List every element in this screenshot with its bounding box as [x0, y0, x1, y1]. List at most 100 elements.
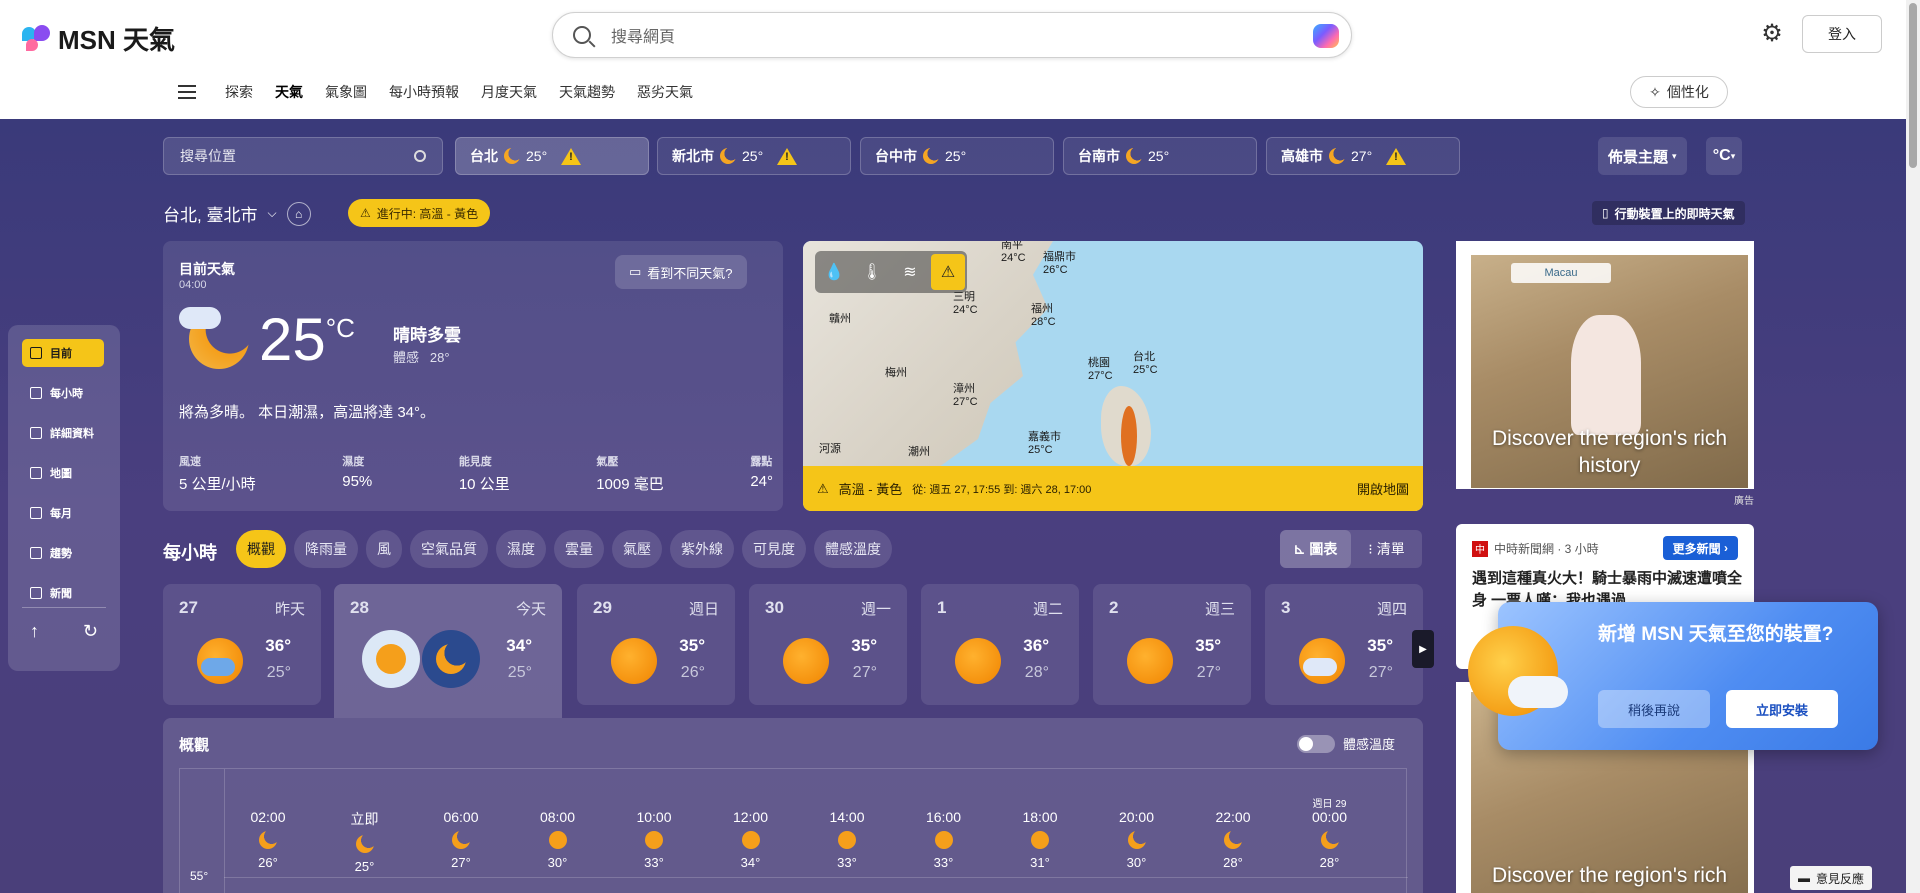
map-alert-bar[interactable]: ⚠ 高溫 - 黃色 從: 週五 27, 17:55 到: 週六 28, 17:0… [803, 466, 1423, 511]
feels-like-toggle[interactable]: 體感溫度 [1296, 734, 1395, 753]
sidenav-item-2[interactable]: 詳細資料 [22, 419, 104, 447]
list-view-button[interactable]: ⁝ 清單 [1351, 530, 1422, 568]
refresh-icon[interactable]: ↻ [83, 621, 98, 642]
map-label-7[interactable]: 桃園 27°C [1088, 357, 1113, 383]
weather-map[interactable]: 南平 24°C 福鼎市 26°C 三明 24°C 福州 28°C 贛州梅州漳州 27°C 桃園 27°… [803, 241, 1423, 511]
day-high: 36° [265, 636, 291, 655]
arrow-up-icon[interactable]: ↑ [30, 621, 39, 642]
hour-day [431, 795, 491, 809]
map-label-10[interactable]: 河源 [819, 443, 841, 456]
partly-cloudy-night-icon [179, 301, 251, 373]
temperature-layer-icon[interactable]: 🌡 [853, 251, 891, 293]
nav-item-0[interactable]: 探索 [214, 82, 264, 102]
city-tab-0[interactable]: 台北 25° [455, 137, 649, 175]
city-tab-1[interactable]: 新北市 25° [657, 137, 851, 175]
alert-layer-icon[interactable]: ⚠ [931, 254, 965, 290]
city-tab-2[interactable]: 台中市 25° [860, 137, 1054, 175]
nav-item-6[interactable]: 惡劣天氣 [626, 82, 704, 102]
hourly-tab-6[interactable]: 氣壓 [612, 530, 662, 568]
home-icon[interactable]: ⌂ [286, 201, 311, 226]
hourly-tab-0[interactable]: 概觀 [236, 530, 286, 568]
map-label-5[interactable]: 梅州 [885, 367, 907, 380]
hourly-tab-4[interactable]: 濕度 [496, 530, 546, 568]
install-button[interactable]: 立即安裝 [1726, 690, 1838, 728]
day-date: 1 [937, 598, 947, 617]
map-label-4[interactable]: 贛州 [829, 313, 851, 326]
scrollbar-thumb[interactable] [1909, 3, 1917, 168]
web-search-bar[interactable]: 搜尋網頁 [552, 12, 1352, 58]
nav-item-2[interactable]: 氣象圖 [314, 82, 378, 102]
map-label-0[interactable]: 南平 24°C [1001, 241, 1026, 265]
map-label-9[interactable]: 嘉義市 25°C [1028, 431, 1061, 457]
hourly-tab-1[interactable]: 降雨量 [294, 530, 358, 568]
sidenav-item-1[interactable]: 每小時 [22, 379, 104, 407]
sidenav-item-5[interactable]: 趨勢 [22, 539, 104, 567]
msn-logo[interactable]: MSN 天氣 [22, 20, 175, 57]
next-days-arrow-icon[interactable]: ▶ [1412, 630, 1434, 668]
day-card-4[interactable]: 1 週二 36° 28° [921, 584, 1079, 705]
map-label-3[interactable]: 福州 28°C [1031, 303, 1056, 329]
unit-dropdown[interactable]: °C ▾ [1706, 137, 1742, 175]
more-news-button[interactable]: 更多新聞 › [1662, 536, 1738, 560]
overview-chart: 55° 02:00 26° 立即 25° 06:00 27° 08:00 30° 10:00 33… [179, 768, 1408, 893]
later-button[interactable]: 稍後再說 [1598, 690, 1710, 728]
day-card-6[interactable]: 3 週四 35° 27° [1265, 584, 1423, 705]
ad-banner[interactable]: Macau Discover the region's rich history [1456, 241, 1754, 489]
sidenav-item-0[interactable]: 目前 [22, 339, 104, 367]
current-location[interactable]: 台北, 臺北市 ⌵ ⌂ [163, 201, 311, 226]
precipitation-layer-icon[interactable]: 💧 [815, 251, 853, 293]
chart-view-button[interactable]: ⊾ 圖表 [1280, 530, 1351, 568]
copilot-icon[interactable] [1313, 24, 1339, 48]
personalize-button[interactable]: ✧ 個性化 [1630, 76, 1728, 108]
hour-column-4: 10:00 33° [624, 795, 684, 870]
open-map-link[interactable]: 開啟地圖 [1357, 479, 1409, 498]
hourly-tab-8[interactable]: 可見度 [742, 530, 806, 568]
sidenav-item-4[interactable]: 每月 [22, 499, 104, 527]
nav-item-1[interactable]: 天氣 [264, 82, 314, 102]
stat-value: 1009 毫巴 [596, 476, 664, 493]
sidenav-item-6[interactable]: 新聞 [22, 579, 104, 607]
city-tab-3[interactable]: 台南市 25° [1063, 137, 1257, 175]
mobile-weather-link[interactable]: ▯ 行動裝置上的即時天氣 [1592, 201, 1745, 225]
chevron-down-icon: ▾ [1672, 150, 1677, 161]
stat-label: 能見度 [458, 456, 492, 468]
y-axis-line [224, 769, 225, 893]
map-temp: 26°C [1043, 264, 1068, 276]
moon-icon [720, 148, 736, 164]
hamburger-menu-icon[interactable] [178, 85, 196, 99]
hourly-tab-2[interactable]: 風 [366, 530, 402, 568]
feedback-button[interactable]: ▬ 意見反應 [1790, 866, 1873, 890]
page-scrollbar[interactable] [1906, 0, 1920, 893]
map-label-11[interactable]: 潮州 [908, 446, 930, 459]
chat-icon: ▭ [629, 264, 642, 279]
different-weather-button[interactable]: ▭ 看到不同天氣? [615, 255, 747, 289]
day-card-5[interactable]: 2 週三 35° 27° [1093, 584, 1251, 705]
hourly-tab-5[interactable]: 雲量 [554, 530, 604, 568]
nav-item-5[interactable]: 天氣趨勢 [548, 82, 626, 102]
theme-dropdown[interactable]: 佈景主題 ▾ [1598, 137, 1687, 175]
hourly-tab-7[interactable]: 紫外線 [670, 530, 734, 568]
day-card-0[interactable]: 27 昨天 36° 25° [163, 584, 321, 705]
location-search-input[interactable]: 搜尋位置 [163, 137, 443, 175]
hourly-tab-9[interactable]: 體感溫度 [814, 530, 892, 568]
hourly-tab-3[interactable]: 空氣品質 [410, 530, 488, 568]
toggle-switch[interactable] [1296, 734, 1335, 753]
top-header: MSN 天氣 搜尋網頁 ⚙ 登入 [0, 0, 1906, 70]
wind-layer-icon[interactable]: ≋ [891, 251, 929, 293]
active-alert-badge[interactable]: ⚠ 進行中: 高溫 - 黃色 [348, 199, 491, 227]
gear-icon[interactable]: ⚙ [1760, 22, 1784, 46]
sidenav-item-3[interactable]: 地圖 [22, 459, 104, 487]
login-button[interactable]: 登入 [1802, 15, 1882, 53]
day-low: 25° [266, 664, 291, 681]
map-label-6[interactable]: 漳州 27°C [953, 383, 978, 409]
map-label-8[interactable]: 台北 25°C [1133, 351, 1158, 377]
city-tab-4[interactable]: 高雄市 27° [1266, 137, 1460, 175]
nav-item-4[interactable]: 月度天氣 [470, 82, 548, 102]
day-card-2[interactable]: 29 週日 35° 26° [577, 584, 735, 705]
day-card-3[interactable]: 30 週一 35° 27° [749, 584, 907, 705]
map-label-1[interactable]: 福鼎市 26°C [1043, 251, 1076, 277]
map-label-2[interactable]: 三明 24°C [953, 291, 978, 317]
nav-item-3[interactable]: 每小時預報 [378, 82, 470, 102]
day-card-1[interactable]: 28 今天 34° 25° [334, 584, 562, 718]
day-weekday: 週二 [1032, 601, 1063, 618]
